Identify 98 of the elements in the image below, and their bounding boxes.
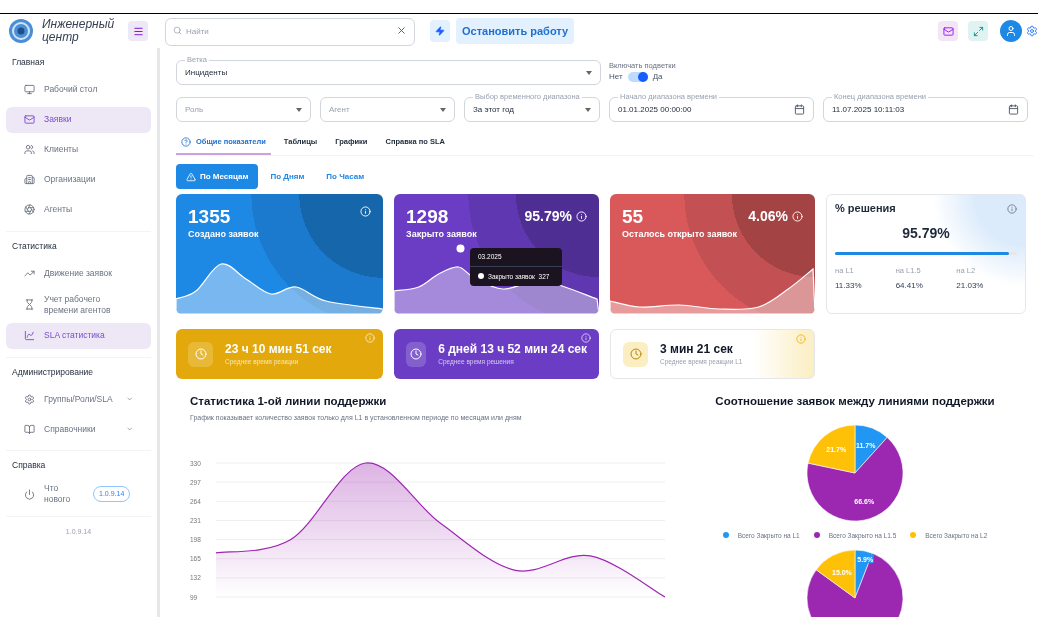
section-title: Соотношение заявок между линиями поддержки bbox=[715, 394, 995, 410]
stat-value: 1298 bbox=[406, 206, 450, 229]
card-title: % решения bbox=[835, 201, 896, 217]
item-label: Организации bbox=[44, 174, 97, 186]
item-label: Движение заявок bbox=[44, 268, 114, 279]
stat-number: 11.33% bbox=[835, 280, 863, 292]
chart-icon bbox=[24, 330, 35, 341]
settings-icon bbox=[24, 393, 35, 405]
sidebar-item[interactable]: Заявки bbox=[6, 106, 151, 133]
sidebar-item[interactable]: Группы/Роли/SLA bbox=[6, 386, 151, 413]
item-label: Рабочий стол bbox=[44, 84, 99, 96]
field-value: 11.07.2025 10:11:03 bbox=[832, 103, 906, 116]
logo-icon bbox=[8, 18, 34, 44]
mail-icon bbox=[24, 114, 35, 126]
sidebar-item[interactable]: Рабочий стол bbox=[6, 76, 151, 103]
hourglass-icon bbox=[24, 299, 35, 310]
section-heading: Статистика bbox=[11, 239, 58, 253]
sidebar-item[interactable]: Справочники bbox=[6, 416, 151, 443]
legend-dot bbox=[478, 273, 484, 280]
field-placeholder: Роль bbox=[185, 103, 205, 116]
period-button[interactable]: По Часам bbox=[316, 164, 375, 190]
period-button[interactable]: По Месяцам bbox=[176, 164, 259, 190]
logo-text: Инженерный центр bbox=[42, 18, 116, 44]
time-value: 3 мин 21 сек bbox=[660, 341, 734, 357]
item-label: SLA статистика bbox=[44, 330, 106, 341]
close-icon[interactable] bbox=[396, 25, 407, 36]
expand-icon bbox=[972, 25, 984, 37]
monitor-icon bbox=[24, 84, 35, 96]
avatar-icon[interactable] bbox=[1000, 20, 1022, 42]
menu-button[interactable] bbox=[128, 21, 148, 41]
section-heading: Справка bbox=[11, 459, 47, 472]
user-icon bbox=[1005, 25, 1017, 37]
item-label: Справочники bbox=[44, 423, 97, 435]
clock-icon bbox=[194, 348, 207, 361]
dropdown-arrow-icon bbox=[296, 107, 302, 112]
power-icon bbox=[24, 488, 35, 500]
item-label: Агенты bbox=[44, 204, 73, 216]
search-icon bbox=[173, 26, 182, 35]
lightning-icon bbox=[435, 26, 445, 36]
mail-icon bbox=[942, 25, 954, 37]
stat-percent: 4.06% bbox=[748, 207, 788, 227]
users-icon bbox=[24, 144, 35, 156]
stat-percent: 95.79% bbox=[524, 207, 572, 227]
section-title: Статистика 1-ой линии поддержки bbox=[190, 394, 388, 410]
field-value: За этот год bbox=[473, 103, 515, 116]
fullscreen-button[interactable] bbox=[968, 21, 988, 41]
field-value: Инциденты bbox=[185, 66, 229, 79]
stop-button[interactable]: Остановить работу bbox=[456, 18, 575, 44]
settings-icon[interactable] bbox=[1026, 25, 1038, 37]
trend-icon bbox=[24, 268, 35, 279]
item-label: Группы/Роли/SLA bbox=[44, 393, 113, 405]
search-field[interactable]: Найти bbox=[165, 17, 415, 46]
hover-point bbox=[456, 243, 465, 253]
aperture-icon bbox=[24, 204, 35, 216]
field-placeholder: Агент bbox=[329, 103, 351, 116]
menu-icon bbox=[132, 25, 144, 37]
stat-label: Создано заявок bbox=[188, 228, 259, 242]
section-heading: Администрирование bbox=[11, 365, 95, 379]
item-label: Учет рабочего времени агентов bbox=[44, 293, 112, 316]
dropdown-arrow-icon bbox=[586, 70, 592, 75]
dropdown-arrow-icon bbox=[440, 107, 446, 112]
resolution-value: 95.79% bbox=[902, 223, 950, 243]
stat-label: Закрыто заявок bbox=[406, 228, 477, 242]
item-label: Заявки bbox=[44, 114, 73, 126]
sidebar-item[interactable]: Учет рабочего времени агентов bbox=[6, 290, 151, 319]
toggle-switch[interactable] bbox=[627, 72, 648, 83]
clock-icon bbox=[629, 348, 642, 361]
stat-value: 55 bbox=[622, 206, 645, 229]
dropdown-arrow-icon bbox=[585, 107, 591, 112]
mail-button[interactable] bbox=[938, 21, 958, 41]
toggle-on-label: Да bbox=[652, 71, 663, 84]
sidebar-item[interactable]: SLA статистика bbox=[6, 322, 151, 349]
stat-label: Осталось открыто заявок bbox=[622, 228, 738, 242]
building-icon bbox=[24, 174, 35, 186]
field-value: 01.01.2025 00:00:00 bbox=[618, 103, 693, 116]
stat-number: 64.41% bbox=[895, 280, 924, 292]
item-label: Клиенты bbox=[44, 144, 80, 156]
calendar-icon bbox=[1008, 104, 1019, 115]
stat-value: 1355 bbox=[188, 206, 232, 229]
book-icon bbox=[24, 423, 35, 435]
sidebar-item[interactable]: Агенты bbox=[6, 196, 151, 223]
select-field[interactable]: Агент bbox=[320, 97, 455, 122]
warning-icon bbox=[186, 171, 196, 182]
period-button[interactable]: По Дням bbox=[260, 164, 315, 190]
clock-icon bbox=[410, 348, 423, 361]
toggle-off-label: Нет bbox=[609, 71, 623, 84]
select-field[interactable]: Роль bbox=[176, 97, 311, 122]
time-value: 23 ч 10 мин 51 сек bbox=[225, 341, 332, 357]
sidebar-item[interactable]: Движение заявок bbox=[6, 260, 151, 287]
time-value: 6 дней 13 ч 52 мин 24 сек bbox=[438, 341, 587, 357]
stat-number: 21.03% bbox=[956, 280, 985, 292]
sidebar-item[interactable]: Клиенты bbox=[6, 136, 151, 163]
help-icon bbox=[181, 136, 191, 147]
sidebar-item[interactable]: Организации bbox=[6, 166, 151, 193]
section-heading: Главная bbox=[11, 56, 46, 69]
calendar-icon bbox=[794, 104, 805, 115]
item-label: Что нового bbox=[44, 483, 72, 505]
lightning-button[interactable] bbox=[430, 20, 450, 42]
